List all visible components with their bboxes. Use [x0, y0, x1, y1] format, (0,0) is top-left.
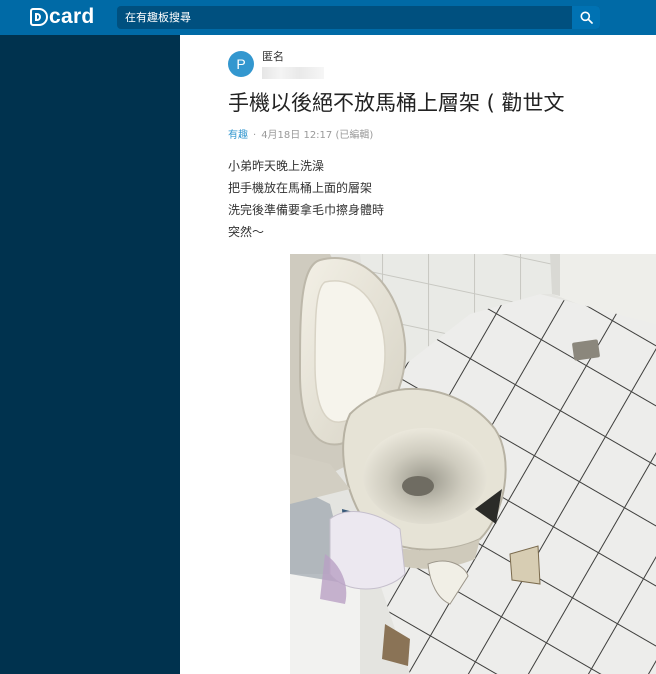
- left-sidebar: [0, 35, 180, 674]
- blurred-author-handle: [262, 67, 324, 79]
- author-name: 匿名: [262, 50, 284, 63]
- logo-text: card: [49, 5, 95, 28]
- post-body-line: 突然～: [228, 225, 265, 239]
- dcard-logo-mark-icon: [30, 8, 48, 26]
- forum-link[interactable]: 有趣: [228, 130, 248, 141]
- avatar[interactable]: P: [228, 51, 254, 77]
- dcard-logo[interactable]: card: [30, 4, 95, 30]
- post-title: 手機以後絕不放馬桶上層架 ( 勸世文: [228, 91, 565, 115]
- post-content: P 匿名 手機以後絕不放馬桶上層架 ( 勸世文 有趣 · 4月18日 12:17 (…: [180, 35, 656, 674]
- post-body: 小弟昨天晚上洗澡 把手機放在馬桶上面的層架 洗完後準備要拿毛巾擦身體時 突然～: [228, 158, 384, 246]
- post-body-line: 洗完後準備要拿毛巾擦身體時: [228, 203, 385, 217]
- avatar-letter: P: [236, 56, 246, 72]
- search-button[interactable]: [572, 6, 600, 29]
- top-navigation-bar: card 在有趣板搜尋: [0, 0, 656, 35]
- post-image[interactable]: [290, 254, 656, 674]
- broken-toilet-photo: [290, 254, 656, 674]
- post-body-line: 小弟昨天晚上洗澡: [228, 159, 325, 173]
- search-icon: [580, 11, 593, 24]
- search-placeholder: 在有趣板搜尋: [125, 11, 191, 24]
- search-input[interactable]: 在有趣板搜尋: [117, 6, 600, 29]
- post-meta: 有趣 · 4月18日 12:17 (已編輯): [228, 126, 373, 141]
- post-timestamp: 4月18日 12:17 (已編輯): [261, 130, 374, 141]
- meta-separator: ·: [253, 130, 257, 141]
- post-body-line: 把手機放在馬桶上面的層架: [228, 181, 373, 195]
